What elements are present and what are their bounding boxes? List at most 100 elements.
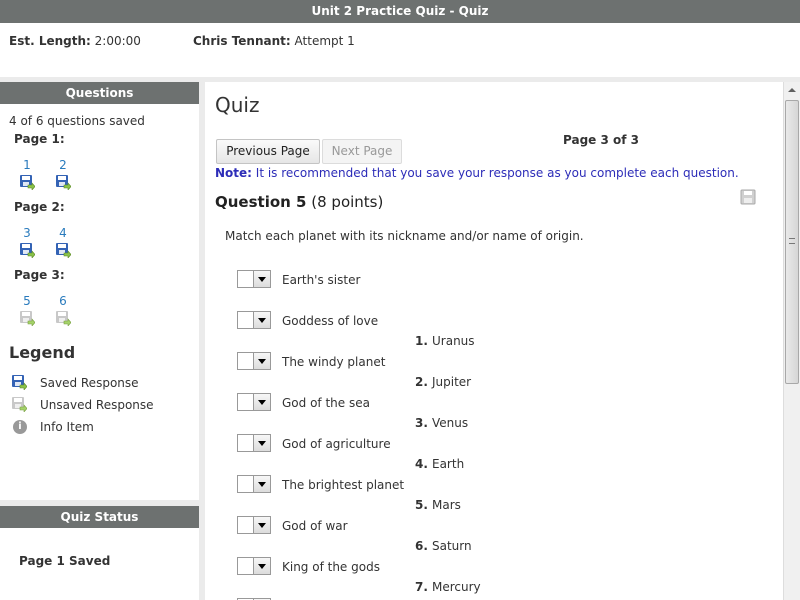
question-link-3[interactable]: 3 bbox=[16, 226, 38, 258]
answer-text: Jupiter bbox=[432, 375, 472, 389]
question-number: 6 bbox=[59, 294, 67, 308]
chevron-down-icon bbox=[253, 312, 270, 328]
answer-option: 6. Saturn bbox=[415, 539, 472, 553]
page-indicator: Page 3 of 3 bbox=[563, 133, 639, 147]
info-icon: i bbox=[13, 420, 27, 434]
quiz-main: Quiz Previous Page Next Page Page 3 of 3… bbox=[205, 82, 783, 600]
match-prompt: The windy planet bbox=[282, 355, 386, 369]
answer-option: 1. Uranus bbox=[415, 334, 475, 348]
legend-label: Info Item bbox=[40, 420, 94, 434]
quiz-title-bar: Unit 2 Practice Quiz - Quiz bbox=[0, 0, 800, 23]
question-link-1[interactable]: 1 bbox=[16, 158, 38, 190]
match-prompt: God of the sea bbox=[282, 396, 370, 410]
question-points: (8 points) bbox=[306, 193, 384, 211]
question-link-5[interactable]: 5 bbox=[16, 294, 38, 326]
saved-disk-icon bbox=[56, 175, 71, 190]
answer-option: 3. Venus bbox=[415, 416, 468, 430]
note-text: It is recommended that you save your res… bbox=[251, 166, 739, 180]
legend-label: Saved Response bbox=[40, 376, 139, 390]
match-dropdown-1[interactable] bbox=[237, 270, 271, 288]
match-dropdown-8[interactable] bbox=[237, 557, 271, 575]
saved-disk-icon bbox=[12, 375, 27, 390]
chevron-down-icon bbox=[253, 271, 270, 287]
match-dropdown-2[interactable] bbox=[237, 311, 271, 329]
question-link-4[interactable]: 4 bbox=[52, 226, 74, 258]
question-number: 5 bbox=[23, 294, 31, 308]
main-scrollbar[interactable] bbox=[783, 82, 800, 600]
sidebar: Questions 4 of 6 questions saved Page 1:… bbox=[0, 82, 205, 600]
answer-option: 7. Mercury bbox=[415, 580, 481, 594]
scroll-up-icon[interactable] bbox=[784, 82, 800, 99]
unsaved-disk-icon bbox=[20, 311, 35, 326]
saved-count: 4 of 6 questions saved bbox=[9, 114, 145, 128]
chevron-down-icon bbox=[253, 558, 270, 574]
answer-text: Uranus bbox=[432, 334, 475, 348]
answer-text: Mercury bbox=[432, 580, 481, 594]
next-page-button[interactable]: Next Page bbox=[322, 139, 402, 164]
match-dropdown-5[interactable] bbox=[237, 434, 271, 452]
chevron-down-icon bbox=[253, 353, 270, 369]
page-label-1: Page 1: bbox=[14, 132, 65, 146]
question-number: 1 bbox=[23, 158, 31, 172]
attempt-info: Chris Tennant: Attempt 1 bbox=[193, 34, 355, 48]
answer-number: 3. bbox=[415, 416, 428, 430]
match-dropdown-6[interactable] bbox=[237, 475, 271, 493]
question-number: 4 bbox=[59, 226, 67, 240]
scrollbar-thumb[interactable] bbox=[785, 100, 799, 384]
question-instruction: Match each planet with its nickname and/… bbox=[225, 229, 584, 243]
questions-panel: Questions 4 of 6 questions saved Page 1:… bbox=[0, 82, 199, 500]
question-number: 3 bbox=[23, 226, 31, 240]
previous-page-button[interactable]: Previous Page bbox=[216, 139, 320, 164]
chevron-down-icon bbox=[253, 435, 270, 451]
page-title: Quiz bbox=[215, 93, 260, 117]
question-link-2[interactable]: 2 bbox=[52, 158, 74, 190]
note-label: Note: bbox=[215, 166, 252, 180]
answer-number: 4. bbox=[415, 457, 428, 471]
answer-number: 5. bbox=[415, 498, 428, 512]
question-label: Question 5 bbox=[215, 193, 307, 211]
chevron-down-icon bbox=[253, 476, 270, 492]
quiz-status-header: Quiz Status bbox=[0, 506, 199, 528]
chevron-down-icon bbox=[253, 394, 270, 410]
answer-number: 7. bbox=[415, 580, 428, 594]
match-dropdown-4[interactable] bbox=[237, 393, 271, 411]
answer-text: Mars bbox=[432, 498, 461, 512]
match-dropdown-7[interactable] bbox=[237, 516, 271, 534]
answer-option: 5. Mars bbox=[415, 498, 461, 512]
match-prompt: King of the gods bbox=[282, 560, 380, 574]
questions-panel-header: Questions bbox=[0, 82, 199, 104]
grip-icon bbox=[789, 238, 795, 244]
answer-option: 4. Earth bbox=[415, 457, 464, 471]
save-question-icon[interactable] bbox=[740, 189, 756, 205]
chevron-down-icon bbox=[253, 517, 270, 533]
page-label-2: Page 2: bbox=[14, 200, 65, 214]
question-link-6[interactable]: 6 bbox=[52, 294, 74, 326]
saved-disk-icon bbox=[20, 243, 35, 258]
est-length-label: Est. Length: bbox=[9, 34, 91, 48]
answer-number: 1. bbox=[415, 334, 428, 348]
user-name: Chris Tennant: bbox=[193, 34, 291, 48]
unsaved-disk-icon bbox=[12, 397, 27, 412]
est-length: Est. Length: 2:00:00 bbox=[9, 34, 141, 48]
unsaved-disk-icon bbox=[56, 311, 71, 326]
legend-label: Unsaved Response bbox=[40, 398, 154, 412]
quiz-status-panel: Quiz Status Page 1 Saved bbox=[0, 506, 199, 600]
answer-number: 2. bbox=[415, 375, 428, 389]
match-prompt: Earth's sister bbox=[282, 273, 361, 287]
question-title: Question 5 (8 points) bbox=[215, 193, 383, 211]
match-dropdown-3[interactable] bbox=[237, 352, 271, 370]
quiz-status-text: Page 1 Saved bbox=[19, 554, 111, 568]
match-prompt: The brightest planet bbox=[282, 478, 405, 492]
save-note: Note: It is recommended that you save yo… bbox=[215, 166, 739, 180]
page-label-3: Page 3: bbox=[14, 268, 65, 282]
legend-title: Legend bbox=[9, 343, 76, 362]
answer-number: 6. bbox=[415, 539, 428, 553]
match-prompt: God of war bbox=[282, 519, 348, 533]
answer-text: Venus bbox=[432, 416, 469, 430]
answer-option: 2. Jupiter bbox=[415, 375, 471, 389]
answer-text: Earth bbox=[432, 457, 465, 471]
quiz-meta: Est. Length: 2:00:00 Chris Tennant: Atte… bbox=[0, 23, 800, 77]
saved-disk-icon bbox=[56, 243, 71, 258]
saved-disk-icon bbox=[20, 175, 35, 190]
est-length-value: 2:00:00 bbox=[94, 34, 141, 48]
